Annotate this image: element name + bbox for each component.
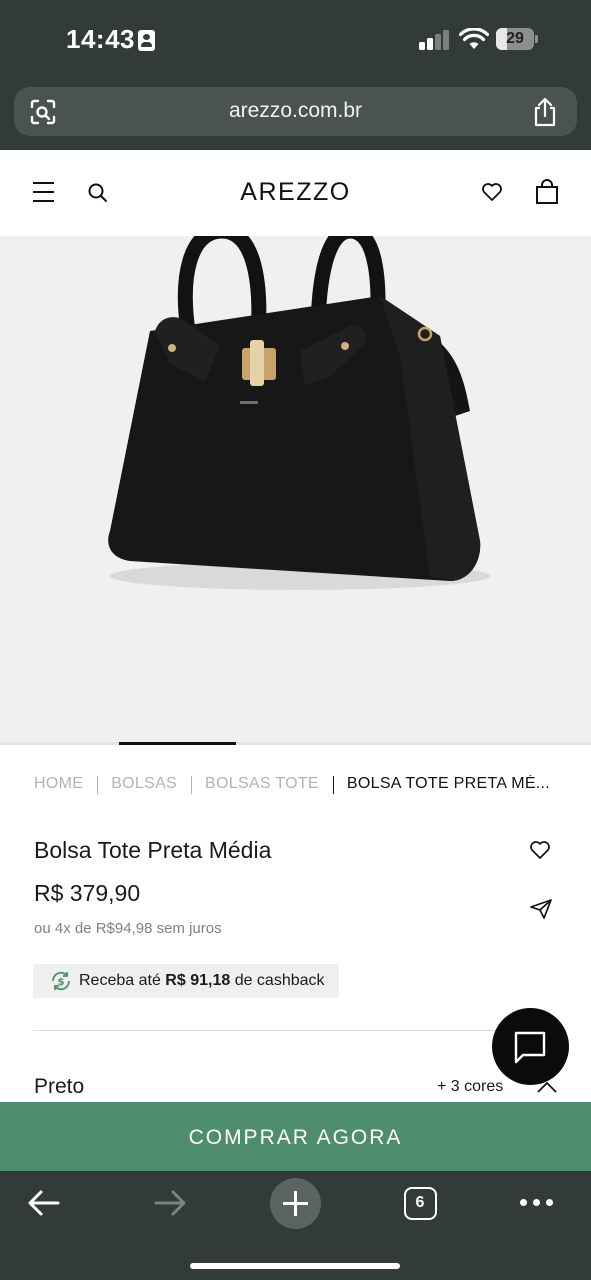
wifi-icon [459,28,489,49]
breadcrumb-current: BOLSA TOTE PRETA MÉ... [346,775,551,792]
more-colors-link[interactable]: + 3 cores [437,1078,503,1096]
browser-bottom-toolbar: 6 [0,1171,591,1280]
more-options-icon[interactable] [520,1199,554,1207]
battery-percent: 29 [506,30,524,47]
tabs-overview-button[interactable]: 6 [404,1187,437,1220]
chat-icon [514,1031,546,1064]
section-divider [33,1030,558,1031]
status-time: 14:43 [66,24,135,54]
send-share-icon[interactable] [529,898,553,920]
breadcrumb-bolsas-tote[interactable]: BOLSAS TOTE [205,775,319,793]
battery-icon: 29 [496,28,538,50]
product-title: Bolsa Tote Preta Média [34,837,272,863]
buy-now-label: COMPRAR AGORA [188,1126,403,1149]
home-indicator[interactable] [190,1263,400,1269]
image-carousel-indicator[interactable] [0,742,591,745]
share-icon[interactable] [531,97,559,127]
forward-arrow-icon[interactable] [153,1189,187,1217]
buy-now-button[interactable]: COMPRAR AGORA [0,1102,591,1171]
selected-color: Preto [34,1075,85,1098]
svg-text:$: $ [58,977,65,988]
breadcrumb-bolsas[interactable]: BOLSAS [111,775,177,793]
cashback-icon: $ [52,971,70,991]
product-image[interactable] [0,236,591,742]
cashback-banner: $ Receba até R$ 91,18 de cashback [33,964,339,998]
new-tab-button[interactable] [270,1178,321,1229]
url-text[interactable]: arezzo.com.br [14,99,577,123]
cashback-amount: R$ 91,18 [165,972,231,989]
breadcrumb-home[interactable]: HOME [34,775,83,793]
handbag-image [108,236,490,590]
browser-top-chrome: 14:43 29 arezzo.com.br [0,0,591,150]
person-icon [138,30,155,51]
site-header: AREZZO [0,150,591,236]
cellular-signal-icon [419,30,451,50]
installments-text: ou 4x de R$94,98 sem juros [34,920,222,937]
chat-button[interactable] [492,1008,569,1085]
wishlist-heart-icon[interactable] [481,181,503,203]
product-price: R$ 379,90 [34,880,141,906]
carousel-active-slide [119,742,236,745]
back-arrow-icon[interactable] [27,1189,61,1217]
breadcrumb: HOME BOLSAS BOLSAS TOTE BOLSA TOTE PRETA MÉ… [34,775,564,797]
address-bar[interactable]: arezzo.com.br [14,87,577,136]
plus-icon [283,1191,308,1216]
tab-count: 6 [415,1194,425,1211]
cashback-text: Receba até R$ 91,18 de cashback [79,972,325,989]
shopping-bag-icon[interactable] [535,179,559,205]
favorite-heart-icon[interactable] [529,840,551,860]
